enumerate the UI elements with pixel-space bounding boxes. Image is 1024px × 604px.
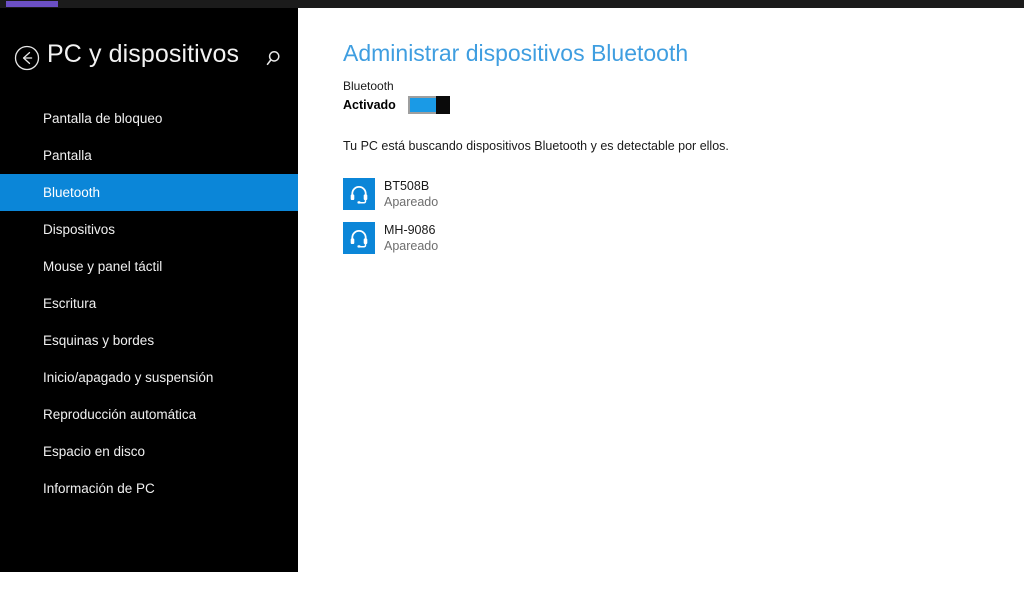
sidebar-item-reproducci-n-autom-tica[interactable]: Reproducción automática <box>0 396 298 433</box>
sidebar-item-label: Pantalla de bloqueo <box>43 111 163 126</box>
device-name: MH-9086 <box>384 223 436 237</box>
page-title: PC y dispositivos <box>47 40 240 68</box>
device-list-item[interactable]: MH-9086 Apareado <box>343 222 438 266</box>
taskbar-strip <box>0 0 1024 8</box>
headset-icon <box>343 222 375 254</box>
sidebar-item-espacio-en-disco[interactable]: Espacio en disco <box>0 433 298 470</box>
headset-icon <box>343 178 375 210</box>
sidebar-item-label: Información de PC <box>43 481 155 496</box>
toggle-knob[interactable] <box>436 96 450 114</box>
sidebar-item-informaci-n-de-pc[interactable]: Información de PC <box>0 470 298 507</box>
sidebar-item-label: Esquinas y bordes <box>43 333 155 348</box>
taskbar-item[interactable] <box>6 1 58 7</box>
content-area: Administrar dispositivos Bluetooth Bluet… <box>298 8 1024 604</box>
device-text-block: BT508B Apareado <box>384 178 438 210</box>
settings-nav-list: Pantalla de bloqueo Pantalla Bluetooth Disp… <box>0 100 298 507</box>
sidebar-item-bluetooth[interactable]: Bluetooth <box>0 174 298 211</box>
bluetooth-toggle-switch[interactable] <box>408 96 450 114</box>
device-status: Apareado <box>384 195 439 209</box>
sidebar-item-mouse-y-panel-t-ctil[interactable]: Mouse y panel táctil <box>0 248 298 285</box>
bluetooth-device-list: BT508B Apareado MH-9086 Apareado <box>343 178 438 266</box>
bluetooth-toggle-row: Activado <box>343 96 450 114</box>
sidebar-item-label: Espacio en disco <box>43 444 146 459</box>
sidebar-item-pantalla-de-bloqueo[interactable]: Pantalla de bloqueo <box>0 100 298 137</box>
sidebar-item-esquinas-y-bordes[interactable]: Esquinas y bordes <box>0 322 298 359</box>
sidebar-item-label: Inicio/apagado y suspensión <box>43 370 214 385</box>
sidebar-item-label: Pantalla <box>43 148 92 163</box>
toggle-fill <box>410 98 436 112</box>
sidebar-item-label: Mouse y panel táctil <box>43 259 163 274</box>
back-arrow-circle-icon[interactable] <box>13 44 41 72</box>
search-icon[interactable] <box>266 49 286 69</box>
device-status: Apareado <box>384 239 439 253</box>
pc-settings-panel: PC y dispositivos Pantalla de bloqueo Pan… <box>0 8 298 572</box>
sidebar-item-escritura[interactable]: Escritura <box>0 285 298 322</box>
panel-header: PC y dispositivos <box>0 36 298 82</box>
sidebar-item-dispositivos[interactable]: Dispositivos <box>0 211 298 248</box>
bluetooth-status-text: Tu PC está buscando dispositivos Bluetoo… <box>343 139 729 153</box>
bluetooth-label: Bluetooth <box>343 79 394 93</box>
sidebar-item-label: Escritura <box>43 296 97 311</box>
sidebar-item-pantalla[interactable]: Pantalla <box>0 137 298 174</box>
sidebar-item-inicio-apagado-y-suspensi-n[interactable]: Inicio/apagado y suspensión <box>0 359 298 396</box>
bluetooth-toggle-block: Bluetooth Activado <box>343 78 450 114</box>
sidebar-item-label: Dispositivos <box>43 222 116 237</box>
device-name: BT508B <box>384 179 430 193</box>
bluetooth-state-label: Activado <box>343 98 396 112</box>
device-text-block: MH-9086 Apareado <box>384 222 438 254</box>
content-page-title: Administrar dispositivos Bluetooth <box>343 40 689 66</box>
sidebar-item-label: Bluetooth <box>43 185 101 200</box>
device-list-item[interactable]: BT508B Apareado <box>343 178 438 222</box>
sidebar-item-label: Reproducción automática <box>43 407 197 422</box>
